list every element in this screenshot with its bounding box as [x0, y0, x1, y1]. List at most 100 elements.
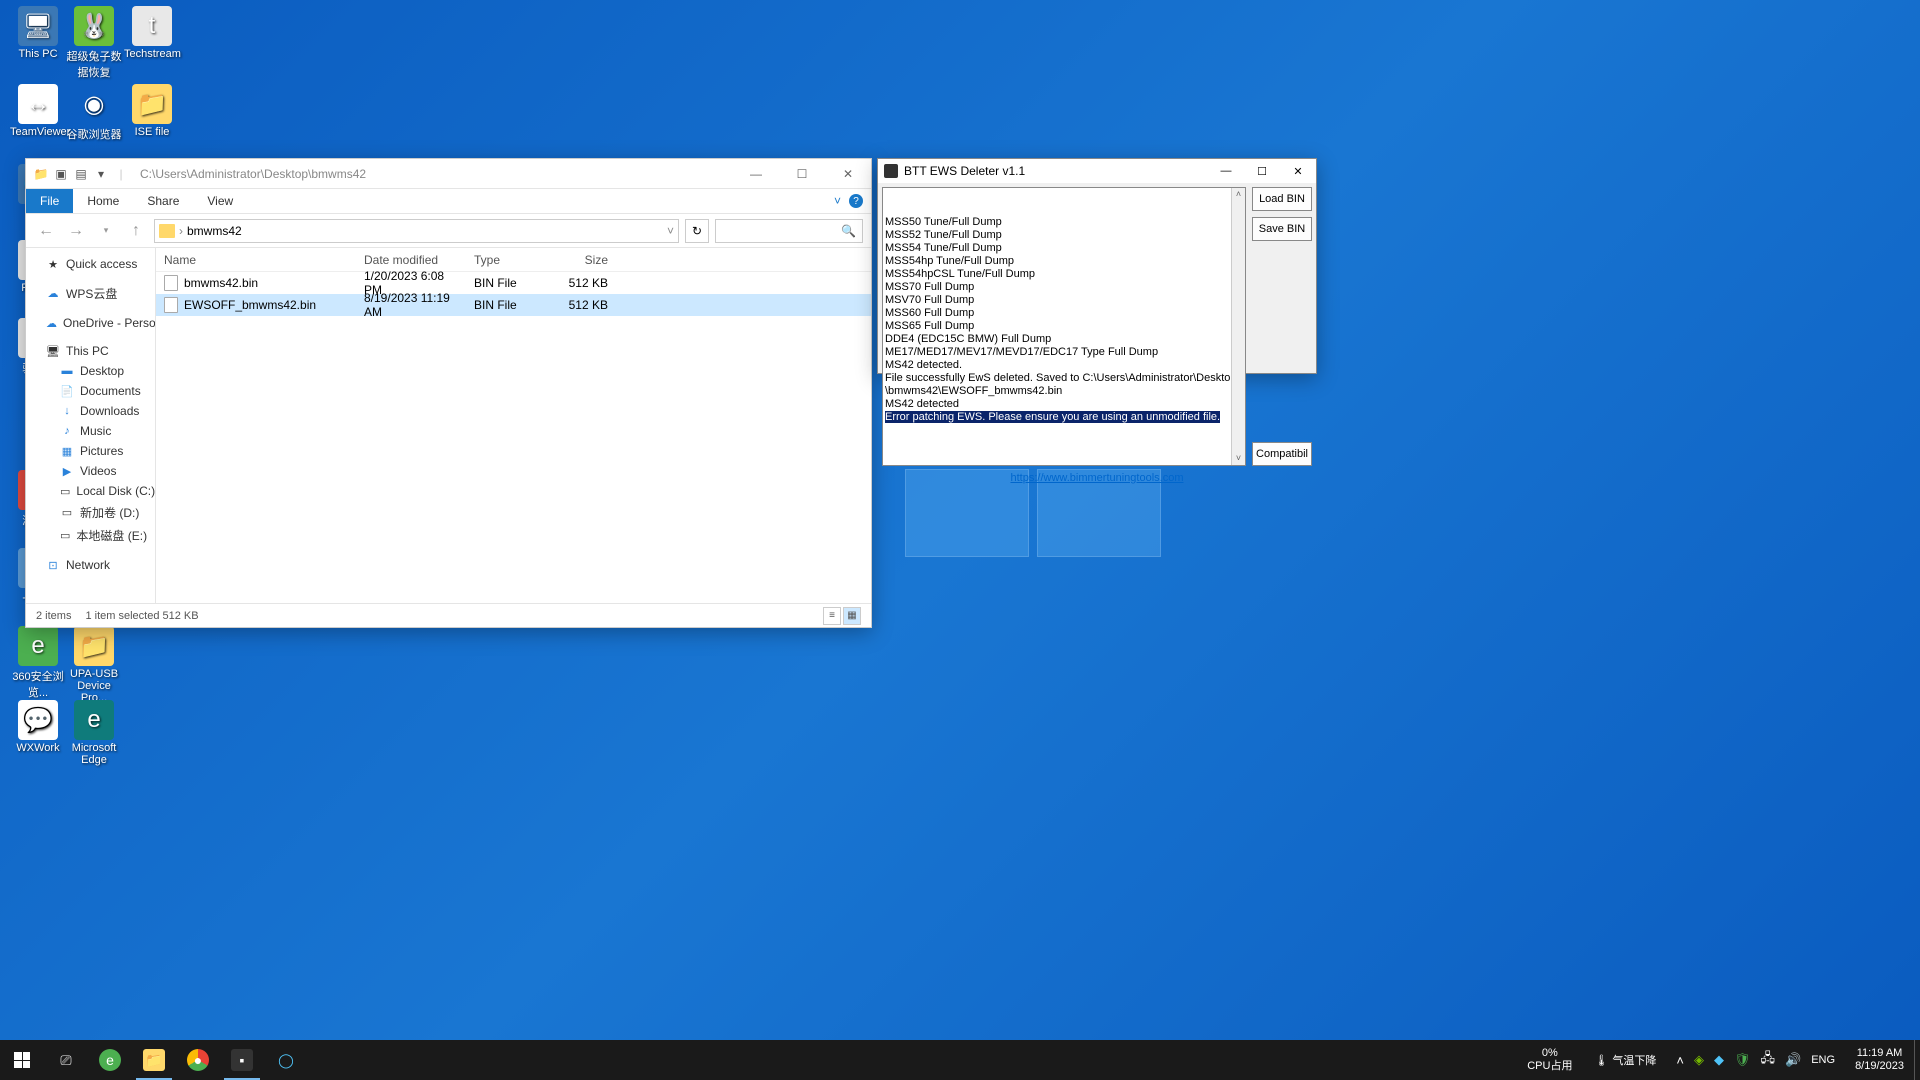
- nav-up-button[interactable]: ↑: [124, 219, 148, 243]
- breadcrumb-dropdown-icon[interactable]: ˅: [667, 224, 674, 238]
- nav-quick-access[interactable]: ★Quick access: [26, 254, 155, 274]
- nav-music[interactable]: ♪Music: [26, 421, 155, 441]
- nav-back-button[interactable]: ←: [34, 219, 58, 243]
- nav-pictures[interactable]: ▦Pictures: [26, 441, 155, 461]
- taskbar-360-icon[interactable]: e: [88, 1040, 132, 1080]
- file-size: 512 KB: [556, 295, 616, 315]
- qat-dropdown-icon[interactable]: ▾: [92, 165, 110, 183]
- minimize-button[interactable]: —: [733, 159, 779, 189]
- show-desktop-button[interactable]: [1914, 1040, 1920, 1080]
- refresh-button[interactable]: ↻: [685, 219, 709, 243]
- app-maximize-button[interactable]: ☐: [1244, 159, 1280, 183]
- app-icon: 🖥: [18, 6, 58, 46]
- console-line: MSS54hpCSL Tune/Full Dump: [885, 268, 1243, 281]
- ribbon-share-tab[interactable]: Share: [133, 190, 193, 212]
- ribbon-view-tab[interactable]: View: [193, 190, 247, 212]
- cpu-meter[interactable]: 0% CPU占用: [1515, 1047, 1584, 1073]
- console-scrollbar[interactable]: ˄˅: [1231, 188, 1245, 465]
- tray-language[interactable]: ENG: [1811, 1054, 1835, 1066]
- scroll-up-icon[interactable]: ˄: [1236, 188, 1241, 201]
- breadcrumb[interactable]: › bmwms42 ˅: [154, 219, 679, 243]
- desktop-icon-this-pc[interactable]: 🖥This PC: [10, 6, 66, 60]
- desktop-icon-谷歌浏览器[interactable]: ◉谷歌浏览器: [66, 84, 122, 142]
- nav-documents[interactable]: 📄Documents: [26, 381, 155, 401]
- file-row[interactable]: bmwms42.bin1/20/2023 6:08 PMBIN File512 …: [156, 272, 871, 294]
- console-line: MSS60 Full Dump: [885, 307, 1243, 320]
- nav-this-pc[interactable]: 🖥This PC: [26, 341, 155, 361]
- start-button[interactable]: [0, 1040, 44, 1080]
- app-titlebar[interactable]: BTT EWS Deleter v1.1 — ☐ ✕: [878, 159, 1316, 183]
- taskbar-explorer-icon[interactable]: 📁: [132, 1040, 176, 1080]
- tray-nvidia-icon[interactable]: ◈: [1694, 1052, 1704, 1068]
- nav-forward-button[interactable]: →: [64, 219, 88, 243]
- view-details-button[interactable]: ≡: [823, 607, 841, 625]
- status-selected: 1 item selected 512 KB: [85, 610, 198, 622]
- console-output[interactable]: MSS50 Tune/Full DumpMSS52 Tune/Full Dump…: [882, 187, 1246, 466]
- nav-onedrive[interactable]: ☁OneDrive - Personal: [26, 313, 155, 333]
- col-size[interactable]: Size: [556, 250, 616, 270]
- desktop-icon-microsoft-edge[interactable]: eMicrosoft Edge: [66, 700, 122, 766]
- compatibil-button[interactable]: Compatibil: [1252, 442, 1312, 466]
- load-bin-button[interactable]: Load BIN: [1252, 187, 1312, 211]
- app-minimize-button[interactable]: —: [1208, 159, 1244, 183]
- nav-wps[interactable]: ☁WPS云盘: [26, 282, 155, 305]
- col-name[interactable]: Name: [156, 250, 356, 270]
- nav-local-disk-c[interactable]: ▭Local Disk (C:): [26, 481, 155, 501]
- desktop-icon-ise-file[interactable]: 📁ISE file: [124, 84, 180, 138]
- taskbar-clock[interactable]: 11:19 AM 8/19/2023: [1845, 1047, 1914, 1073]
- weather-widget[interactable]: 🌡 气温下降: [1584, 1052, 1666, 1068]
- icon-label: Techstream: [124, 48, 180, 60]
- ribbon-file-tab[interactable]: File: [26, 189, 73, 213]
- console-line: MSS65 Full Dump: [885, 320, 1243, 333]
- nav-disk-e[interactable]: ▭本地磁盘 (E:): [26, 524, 155, 547]
- explorer-titlebar[interactable]: 📁 ▣ ▤ ▾ | C:\Users\Administrator\Desktop…: [26, 159, 871, 189]
- col-type[interactable]: Type: [466, 250, 556, 270]
- desktop-icon-techstream[interactable]: tTechstream: [124, 6, 180, 60]
- breadcrumb-segment[interactable]: bmwms42: [187, 224, 242, 238]
- desktop-icon-wxwork[interactable]: 💬WXWork: [10, 700, 66, 754]
- taskbar-cortana-icon[interactable]: ◯: [264, 1040, 308, 1080]
- ribbon-expand-icon[interactable]: ˅: [834, 194, 841, 208]
- app-footer: https://www.bimmertuningtools.com: [878, 470, 1316, 488]
- icon-label: 360安全浏览...: [10, 668, 66, 700]
- tray-app-icon[interactable]: ◆: [1714, 1052, 1724, 1068]
- ribbon-home-tab[interactable]: Home: [73, 190, 133, 212]
- desktop-icon-teamviewer[interactable]: ↔TeamViewer: [10, 84, 66, 138]
- scroll-down-icon[interactable]: ˅: [1236, 452, 1241, 465]
- save-bin-button[interactable]: Save BIN: [1252, 217, 1312, 241]
- help-icon[interactable]: ?: [849, 194, 863, 208]
- system-tray[interactable]: ˄ ◈ ◆ 🛡 🖧 🔊 ENG: [1666, 1049, 1845, 1071]
- desktop-icon-超级兔子数-据恢复[interactable]: 🐰超级兔子数 据恢复: [66, 6, 122, 80]
- pc-icon: 🖥: [46, 344, 60, 358]
- nav-downloads[interactable]: ↓Downloads: [26, 401, 155, 421]
- app-close-button[interactable]: ✕: [1280, 159, 1316, 183]
- desktop-icon-360安全浏览...[interactable]: e360安全浏览...: [10, 626, 66, 700]
- qat-newfolder-icon[interactable]: ▤: [72, 165, 90, 183]
- taskbar-chrome-icon[interactable]: ●: [176, 1040, 220, 1080]
- nav-recent-dropdown[interactable]: ▾: [94, 219, 118, 243]
- file-type: BIN File: [466, 295, 556, 315]
- network-icon: ⊡: [46, 558, 60, 572]
- task-view-button[interactable]: ⎚: [44, 1040, 88, 1080]
- tray-overflow-icon[interactable]: ˄: [1676, 1053, 1684, 1068]
- view-large-button[interactable]: ▦: [843, 607, 861, 625]
- console-error-line: Error patching EWS. Please ensure you ar…: [885, 411, 1220, 423]
- icon-label: Microsoft Edge: [66, 742, 122, 766]
- tray-volume-icon[interactable]: 🔊: [1785, 1052, 1801, 1068]
- desktop-icon-upa-usb-device-pro...[interactable]: 📁UPA-USB Device Pro...: [66, 626, 122, 704]
- file-row[interactable]: EWSOFF_bmwms42.bin8/19/2023 11:19 AMBIN …: [156, 294, 871, 316]
- console-line: MS42 detected: [885, 398, 1243, 411]
- nav-videos[interactable]: ▶Videos: [26, 461, 155, 481]
- file-list-header[interactable]: Name Date modified Type Size: [156, 248, 871, 272]
- taskbar-app-icon[interactable]: ▪: [220, 1040, 264, 1080]
- close-button[interactable]: ✕: [825, 159, 871, 189]
- nav-desktop[interactable]: ▬Desktop: [26, 361, 155, 381]
- nav-disk-d[interactable]: ▭新加卷 (D:): [26, 501, 155, 524]
- tray-security-icon[interactable]: 🛡: [1734, 1052, 1751, 1068]
- tray-network-icon[interactable]: 🖧: [1761, 1049, 1776, 1071]
- app-footer-link[interactable]: https://www.bimmertuningtools.com: [1010, 472, 1183, 484]
- search-input[interactable]: 🔍: [715, 219, 863, 243]
- nav-network[interactable]: ⊡Network: [26, 555, 155, 575]
- maximize-button[interactable]: ☐: [779, 159, 825, 189]
- qat-properties-icon[interactable]: ▣: [52, 165, 70, 183]
